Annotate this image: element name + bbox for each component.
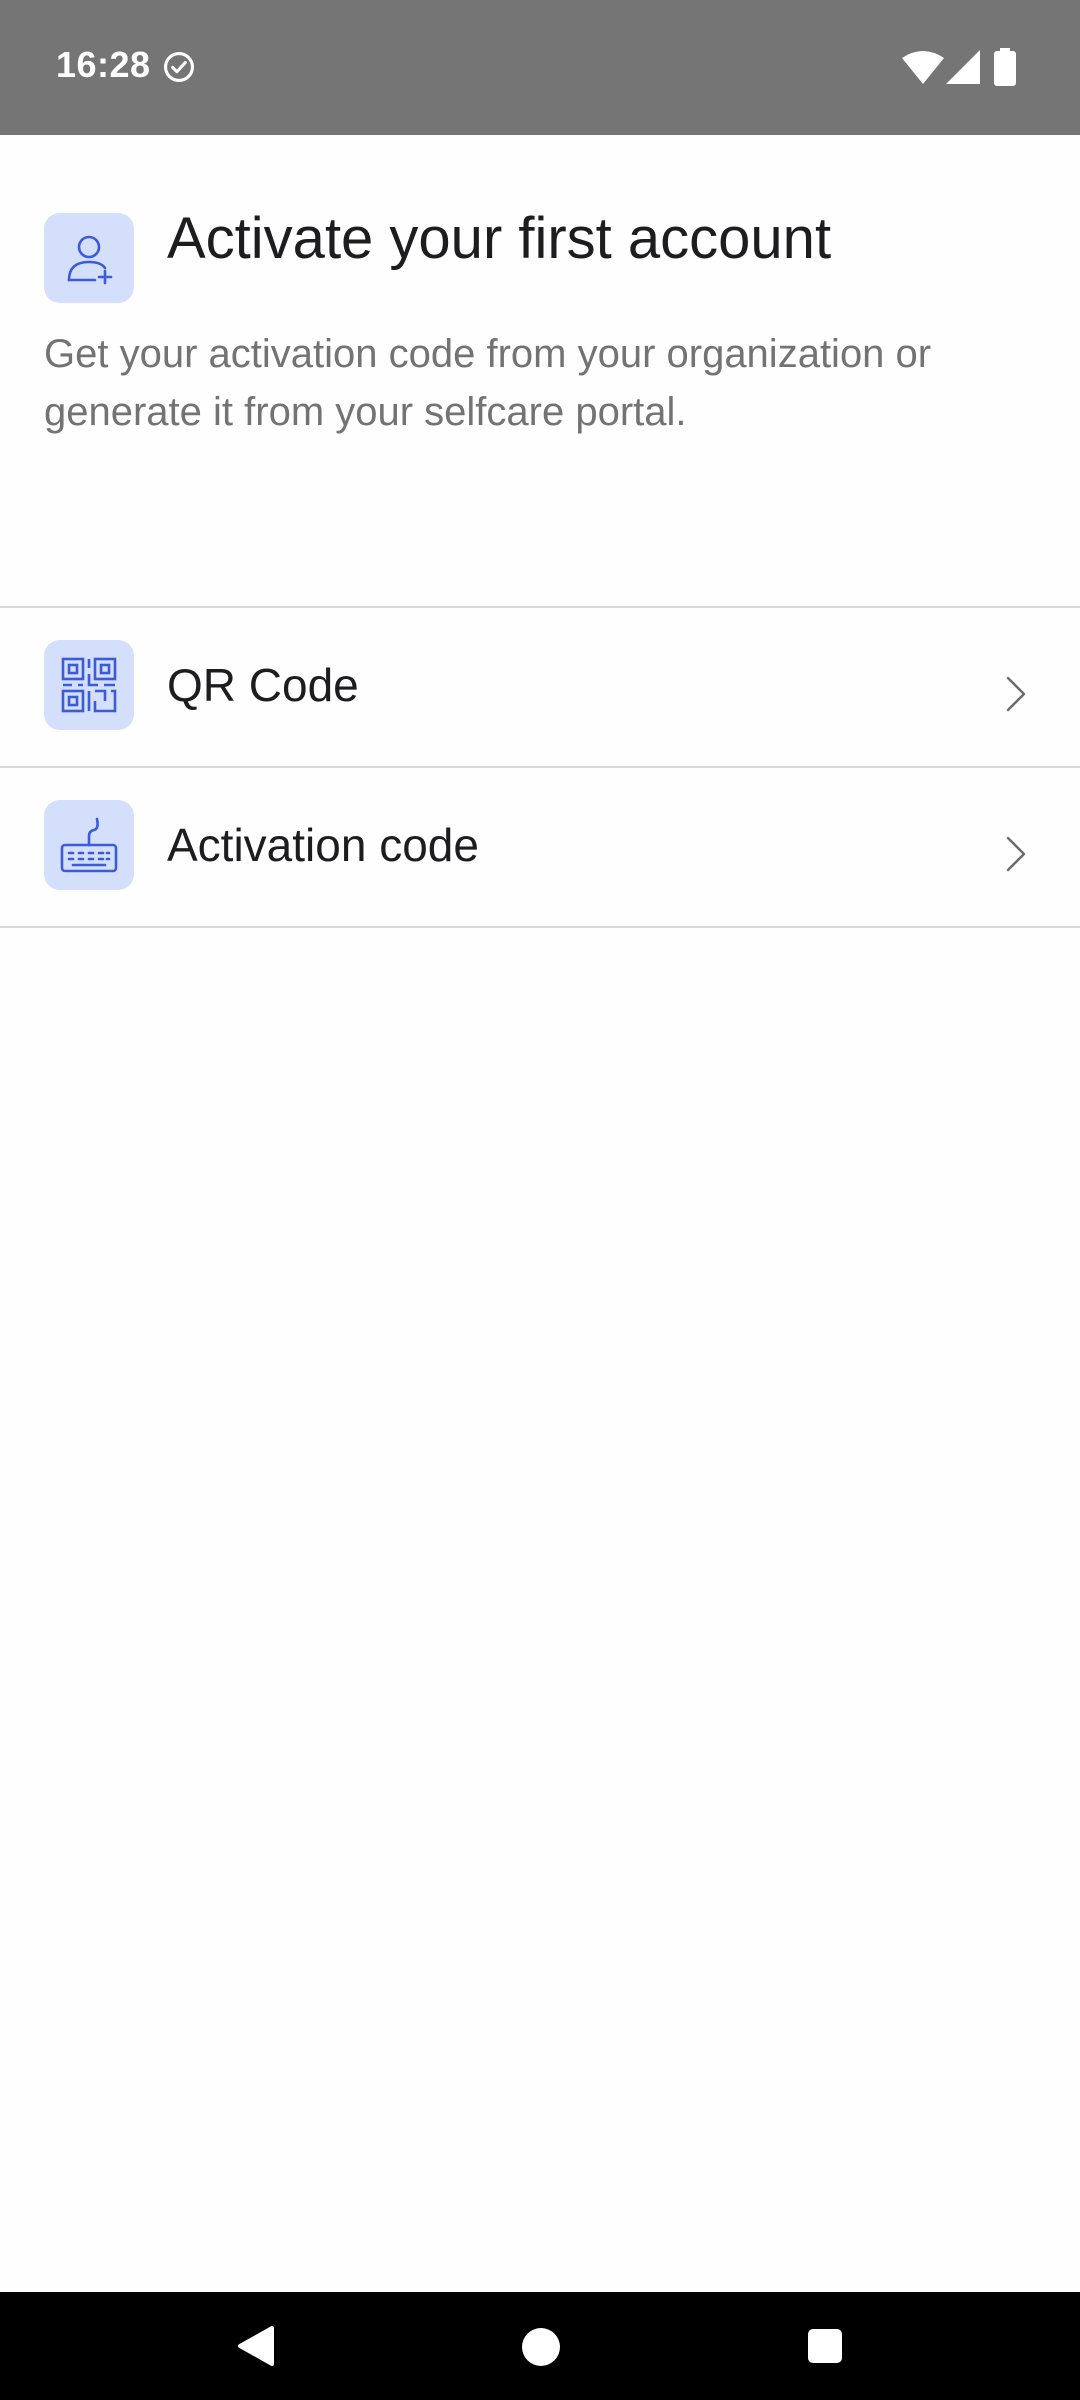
activation-code-label: Activation code [167, 819, 479, 871]
keyboard-icon [60, 817, 118, 873]
qr-code-option[interactable]: QR Code [0, 608, 1080, 766]
main-content: Activate your first account Get your act… [0, 135, 1080, 2292]
qr-code-icon-tile [44, 640, 134, 730]
chevron-right-icon [1006, 836, 1026, 872]
divider [0, 926, 1080, 928]
battery-icon [994, 48, 1016, 86]
page-title: Activate your first account [167, 206, 832, 271]
signal-icon [946, 50, 980, 84]
wifi-icon [902, 51, 944, 84]
qr-code-icon [61, 657, 117, 713]
add-user-icon [67, 235, 113, 285]
activation-code-option[interactable]: Activation code [0, 768, 1080, 926]
recents-icon[interactable] [808, 2329, 842, 2363]
qr-code-label: QR Code [167, 659, 359, 711]
navigation-bar [0, 2292, 1080, 2400]
chevron-right-icon [1006, 676, 1026, 712]
check-circle-icon [163, 51, 195, 83]
back-icon[interactable] [236, 2324, 276, 2368]
status-bar: 16:28 [0, 0, 1080, 135]
header-icon-tile [44, 213, 134, 303]
status-time: 16:28 [56, 44, 151, 85]
home-icon[interactable] [522, 2328, 560, 2366]
page-subtitle: Get your activation code from your organ… [44, 332, 932, 434]
keyboard-icon-tile [44, 800, 134, 890]
